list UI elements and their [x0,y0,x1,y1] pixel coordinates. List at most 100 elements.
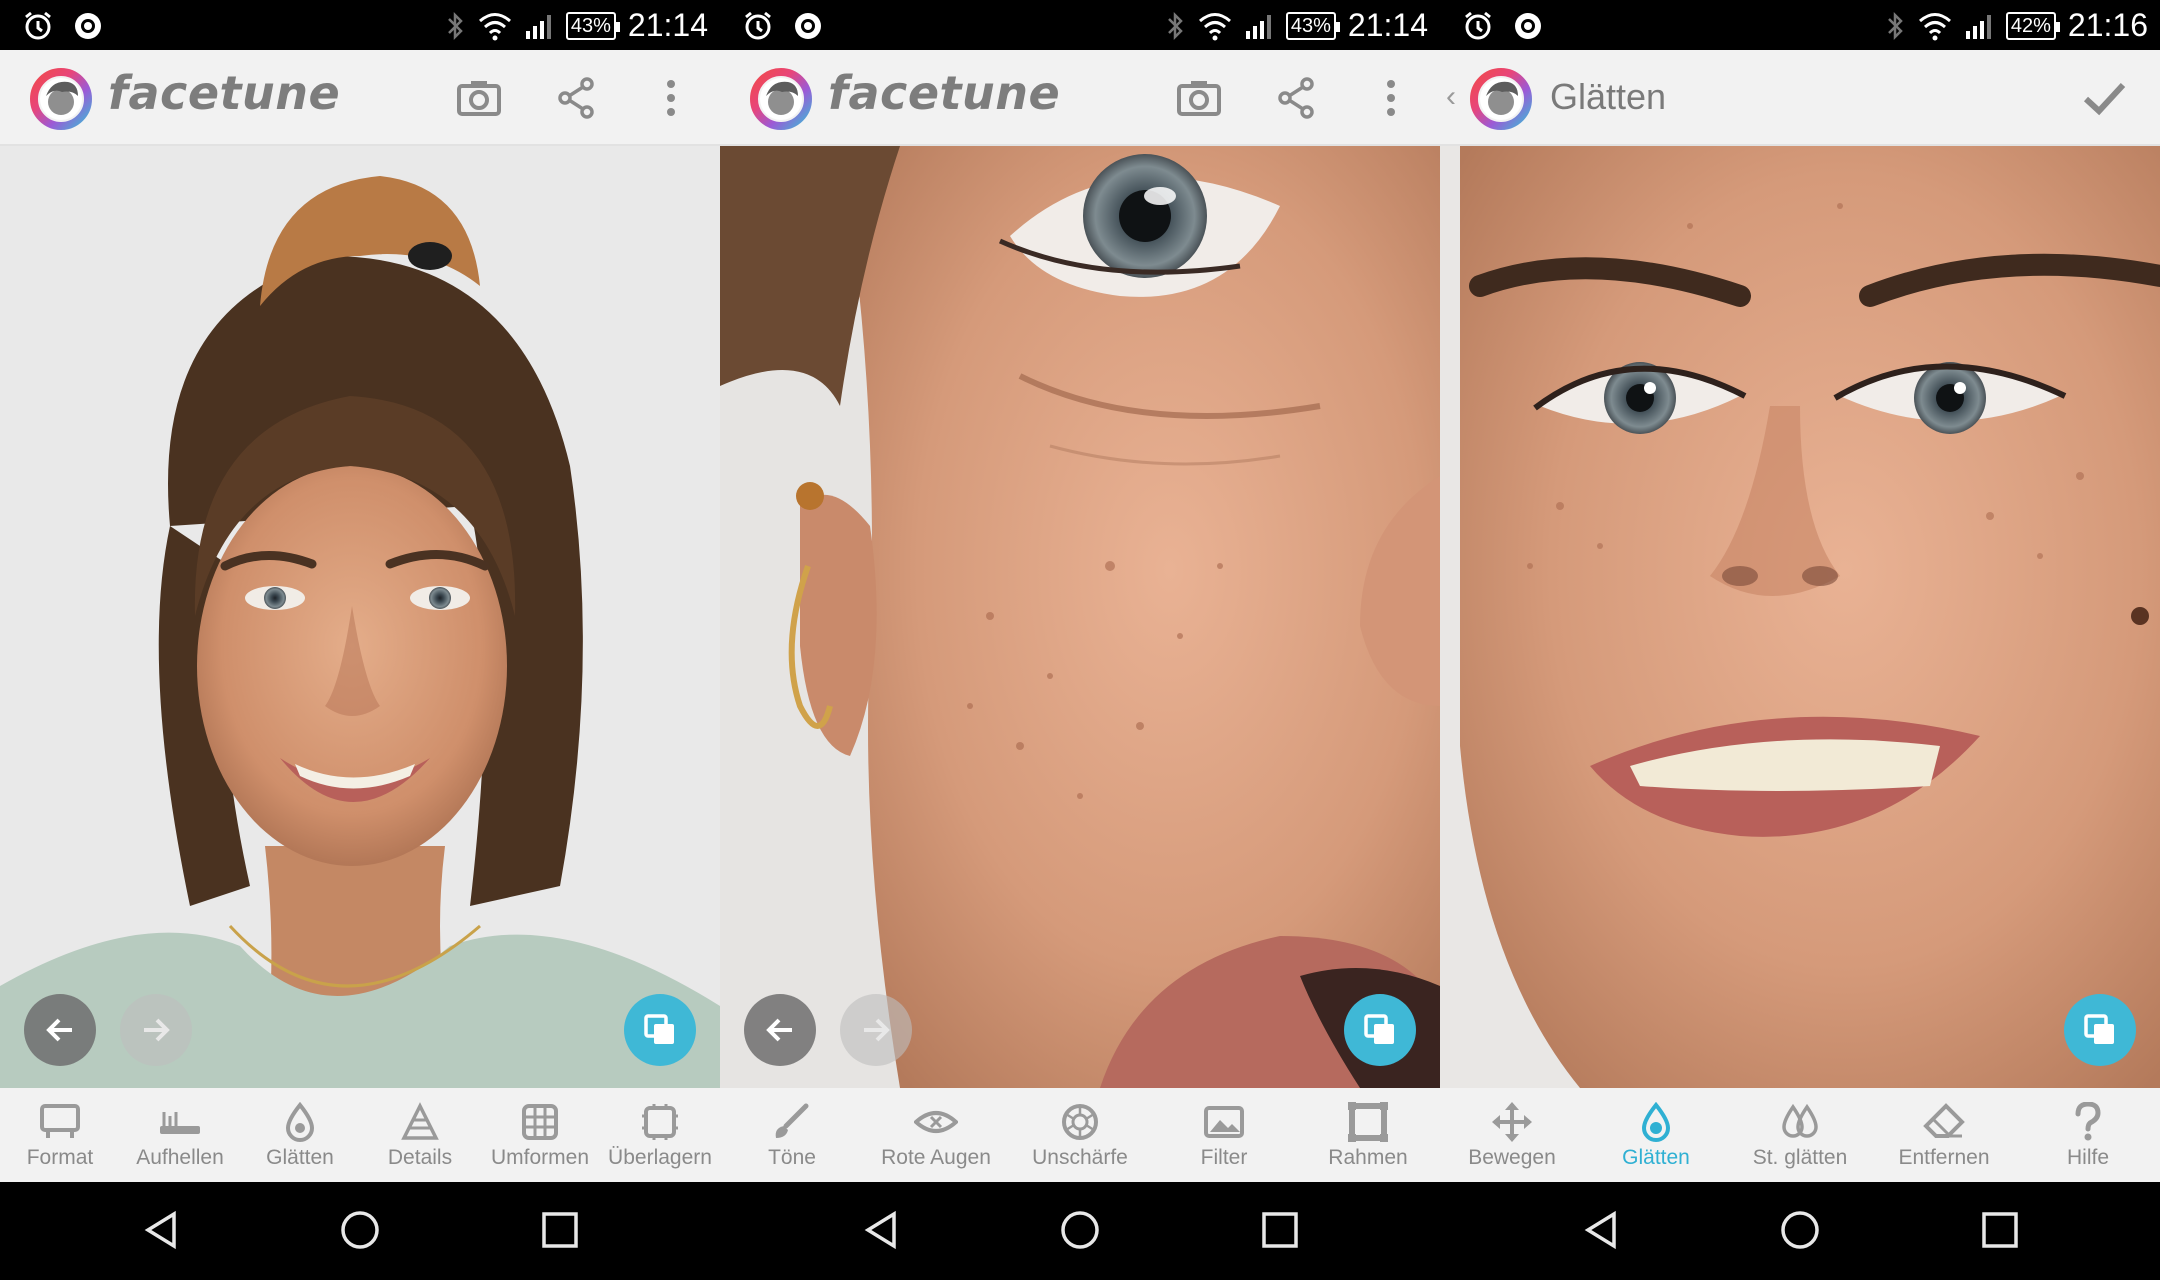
arrow-right-icon [144,1018,170,1042]
back-icon[interactable] [1580,1208,1624,1252]
tool-toene[interactable]: Töne [720,1088,864,1182]
share-icon[interactable] [1270,72,1322,124]
checkmark-icon[interactable] [2078,72,2130,124]
overlay-icon [642,1104,678,1140]
arrow-right-icon [864,1018,890,1042]
format-icon [40,1104,80,1138]
home-icon[interactable] [338,1208,382,1252]
back-icon[interactable] [860,1208,904,1252]
tool-bewegen[interactable]: Bewegen [1440,1088,1584,1182]
signal-icon [1965,14,1991,39]
sync-icon [1515,13,1541,39]
camera-icon[interactable] [453,72,505,124]
tool-bar: Bewegen Glätten St. glätten Entfernen Hi… [1440,1088,2160,1182]
screen-title: Glätten [1550,76,1667,117]
alarm-icon [745,11,771,40]
tool-filter[interactable]: Filter [1152,1088,1296,1182]
screen-editor-main: 43% 21:14 facetune Format Aufhellen Glät… [0,0,720,1280]
move-icon [1492,1102,1532,1142]
tool-umformen[interactable]: Umformen [480,1088,600,1182]
compare-button[interactable] [624,994,696,1066]
overflow-menu-icon[interactable] [645,72,697,124]
clock: 21:16 [2067,7,2148,43]
status-bar: 42% 21:16 [1440,0,2160,50]
system-navigation-bar [720,1182,1440,1280]
share-icon[interactable] [550,72,602,124]
arrow-left-icon [46,1018,72,1042]
aperture-icon [1062,1104,1098,1140]
redo-button[interactable] [840,994,912,1066]
eye-icon [914,1111,958,1133]
photo-canvas[interactable] [720,146,1440,1088]
tool-rahmen[interactable]: Rahmen [1296,1088,1440,1182]
facetune-logo-icon [748,66,814,132]
redo-button[interactable] [120,994,192,1066]
tool-glaetten[interactable]: Glätten [240,1088,360,1182]
help-icon [2075,1102,2101,1141]
brand-name: facetune [828,66,1061,120]
overflow-menu-icon[interactable] [1365,72,1417,124]
tool-bar: Format Aufhellen Glätten Details Umforme… [0,1088,720,1182]
tool-hilfe[interactable]: Hilfe [2016,1088,2160,1182]
battery-indicator: 43% [1285,11,1340,40]
system-navigation-bar [1440,1182,2160,1280]
system-navigation-bar [0,1182,720,1280]
recents-icon[interactable] [538,1208,582,1252]
recents-icon[interactable] [1978,1208,2022,1252]
recents-icon[interactable] [1258,1208,1302,1252]
bluetooth-icon [1888,11,1903,40]
bluetooth-icon [448,11,463,40]
compare-button[interactable] [1344,994,1416,1066]
tool-format[interactable]: Format [0,1088,120,1182]
alarm-icon [1465,11,1491,40]
double-drop-icon [1782,1103,1818,1138]
home-icon[interactable] [1058,1208,1102,1252]
whiten-icon [160,1112,200,1134]
tool-unschaerfe[interactable]: Unschärfe [1008,1088,1152,1182]
tool-aufhellen[interactable]: Aufhellen [120,1088,240,1182]
alarm-icon [25,11,51,40]
wifi-icon [478,12,511,40]
triangle-icon [401,1102,439,1140]
signal-icon [525,14,551,39]
compare-icon [2084,1014,2114,1044]
app-bar: facetune [0,50,720,146]
image-icon [1204,1106,1244,1138]
camera-icon[interactable] [1173,72,1225,124]
tool-st-glaetten[interactable]: St. glätten [1728,1088,1872,1182]
status-bar: 43% 21:14 [0,0,720,50]
undo-button[interactable] [744,994,816,1066]
tool-ueberlagern[interactable]: Überlagern [600,1088,720,1182]
home-icon[interactable] [1778,1208,1822,1252]
compare-icon [644,1014,674,1044]
back-chevron-icon[interactable]: ‹ [1446,80,1456,114]
undo-button[interactable] [24,994,96,1066]
tool-bar: Töne Rote Augen Unschärfe Filter Rahmen [720,1088,1440,1182]
compare-button[interactable] [2064,994,2136,1066]
frame-icon [1348,1102,1388,1142]
clock: 21:14 [627,7,708,43]
photo-canvas[interactable] [1440,146,2160,1088]
sync-icon [795,13,821,39]
battery-indicator: 42% [2005,11,2060,40]
battery-indicator: 43% [565,11,620,40]
tool-details[interactable]: Details [360,1088,480,1182]
tool-glaetten-active[interactable]: Glätten [1584,1088,1728,1182]
screen-editor-zoomed: 43% 21:14 facetune Töne Rote Augen Unsch… [720,0,1440,1280]
tool-rote-augen[interactable]: Rote Augen [864,1088,1008,1182]
app-bar: facetune [720,50,1440,146]
tool-entfernen[interactable]: Entfernen [1872,1088,2016,1182]
brand-name: facetune [108,66,341,120]
sync-icon [75,13,101,39]
wifi-icon [1198,12,1231,40]
back-icon[interactable] [140,1208,184,1252]
drop-icon [285,1102,315,1142]
bluetooth-icon [1168,11,1183,40]
grid-icon [522,1104,558,1140]
facetune-logo-icon[interactable] [1468,66,1534,132]
arrow-left-icon [766,1018,792,1042]
photo-canvas[interactable] [0,146,720,1088]
clock: 21:14 [1347,7,1428,43]
drop-icon [1641,1102,1671,1142]
status-bar: 43% 21:14 [720,0,1440,50]
